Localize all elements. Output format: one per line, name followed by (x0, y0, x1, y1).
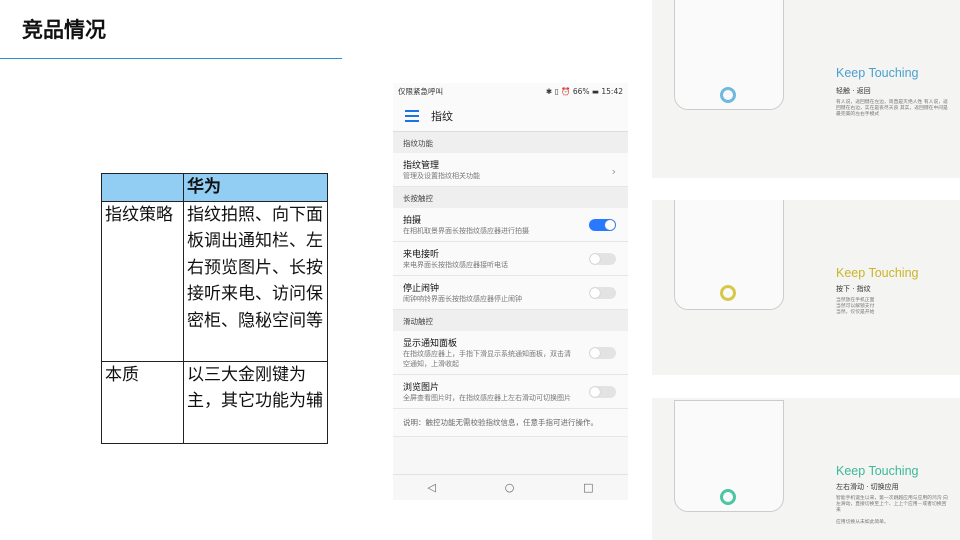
row-value: 指纹拍照、向下面板调出通知栏、左右预览图片、长按接听来电、访问保密柜、隐秘空间等 (183, 200, 328, 362)
panel-description: 当然放在手机正面 当然可以解锁支付 当然，仅仅是开始 (836, 298, 875, 315)
panel-subtitle: 轻触 · 返回 (836, 87, 871, 95)
answer-call-toggle[interactable] (589, 252, 616, 265)
panel-subtitle: 左右滑动 · 切换应用 (836, 483, 899, 491)
setting-item-notification-panel: 显示通知面板 在指纹感应器上，手指下滑显示系统通知面板，双击清空通知，上滑收起 (393, 331, 628, 375)
battery-icon: ▬ (591, 87, 599, 96)
chevron-right-icon: › (611, 165, 616, 178)
item-title: 停止闹钟 (403, 284, 440, 294)
fingerprint-ring-icon (720, 285, 736, 301)
status-bar: 仅限紧急呼叫 ✱ ▯ ⏰ 66% ▬ 15:42 (393, 83, 628, 100)
battery-level: 66% (572, 87, 590, 96)
notification-panel-toggle[interactable] (589, 346, 616, 359)
panel-subtitle: 按下 · 指纹 (836, 285, 871, 293)
phone-illustration (674, 200, 784, 310)
item-title: 显示通知面板 (403, 339, 458, 349)
fingerprint-ring-icon (720, 87, 736, 103)
row-label: 本质 (101, 360, 184, 444)
comparison-table: 华为 指纹策略 指纹拍照、向下面板调出通知栏、左右预览图片、长按接听来电、访问保… (101, 173, 328, 444)
promo-panel-back: Keep Touching 轻触 · 返回 有人说，返回键在左边，简直是灭绝人性… (652, 0, 960, 178)
status-text: 仅限紧急呼叫 (398, 87, 443, 96)
table-row: 本质 以三大金刚键为主，其它功能为辅 (101, 360, 328, 444)
setting-item-camera: 拍摄 在相机取景界面长按指纹感应器进行拍摄 (393, 208, 628, 242)
phone-illustration (674, 0, 784, 110)
item-title: 指纹管理 (403, 161, 440, 171)
item-title: 浏览图片 (403, 383, 440, 393)
back-icon[interactable]: ◁ (427, 481, 435, 494)
menu-icon[interactable] (405, 109, 419, 122)
fingerprint-ring-icon (720, 489, 736, 505)
table-header-row: 华为 (101, 173, 328, 202)
stop-alarm-toggle[interactable] (589, 286, 616, 299)
panel-description: 智能手机诞生以来，第一次跳越应用与应用的鸿沟 向左滑动，直接切换至上个、上上个应… (836, 496, 948, 513)
table-header-cell: 华为 (183, 173, 328, 202)
recents-icon[interactable]: □ (583, 481, 593, 494)
section-header: 长按触控 (393, 187, 628, 208)
clock: 15:42 (601, 87, 623, 96)
app-title: 指纹 (431, 109, 453, 123)
table-header-cell (101, 173, 184, 202)
panel-description: 有人说，返回键在左边，简直是灭绝人性 有人说，返回键在右边，实在是丧尽天良 其实… (836, 100, 948, 117)
browse-photos-toggle[interactable] (589, 385, 616, 398)
title-underline (0, 58, 342, 59)
setting-item-answer-call: 来电接听 来电界面长按指纹感应器接听电话 (393, 242, 628, 276)
app-bar: 指纹 (393, 100, 628, 132)
panel-heading: Keep Touching (836, 266, 919, 280)
promo-panel-fingerprint: Keep Touching 按下 · 指纹 当然放在手机正面 当然可以解锁支付 … (652, 200, 960, 375)
item-subtitle: 在相机取景界面长按指纹感应器进行拍摄 (403, 227, 529, 235)
phone-illustration (674, 400, 784, 512)
setting-item-stop-alarm: 停止闹钟 闹钟响铃界面长按指纹感应器停止闹钟 (393, 276, 628, 310)
phone-screenshot: 仅限紧急呼叫 ✱ ▯ ⏰ 66% ▬ 15:42 指纹 指纹功能 指纹管理 管理… (393, 83, 628, 500)
item-title: 来电接听 (403, 250, 440, 260)
panel-description: 应用切换从未如此简单。 (836, 520, 889, 525)
page-title: 竞品情况 (22, 18, 106, 42)
fingerprint-management-item[interactable]: 指纹管理 管理及设置指纹相关功能 › (393, 153, 628, 187)
item-subtitle: 管理及设置指纹相关功能 (403, 172, 480, 180)
item-subtitle: 来电界面长按指纹感应器接听电话 (403, 261, 508, 269)
item-subtitle: 闹钟响铃界面长按指纹感应器停止闹钟 (403, 295, 522, 303)
panel-heading: Keep Touching (836, 66, 919, 80)
home-icon[interactable]: ○ (505, 481, 515, 494)
row-value: 以三大金刚键为主，其它功能为辅 (183, 360, 328, 444)
item-subtitle: 全屏查看图片时，在指纹感应器上左右滑动可切换图片 (403, 394, 571, 402)
item-subtitle: 在指纹感应器上，手指下滑显示系统通知面板，双击清空通知，上滑收起 (403, 350, 571, 368)
section-header: 滑动触控 (393, 310, 628, 331)
panel-heading: Keep Touching (836, 464, 919, 478)
setting-item-browse-photos: 浏览图片 全屏查看图片时，在指纹感应器上左右滑动可切换图片 (393, 375, 628, 409)
promo-panel-switch-apps: Keep Touching 左右滑动 · 切换应用 智能手机诞生以来，第一次跳越… (652, 398, 960, 540)
camera-toggle[interactable] (589, 218, 616, 231)
item-title: 拍摄 (403, 216, 422, 226)
row-label: 指纹策略 (101, 200, 184, 362)
note-text: 说明：触控功能无需校验指纹信息，任意手指可进行操作。 (393, 409, 628, 437)
navigation-bar: ◁ ○ □ (393, 474, 628, 500)
table-row: 指纹策略 指纹拍照、向下面板调出通知栏、左右预览图片、长按接听来电、访问保密柜、… (101, 200, 328, 362)
status-icons: ✱ ▯ ⏰ (545, 87, 573, 96)
section-header: 指纹功能 (393, 132, 628, 153)
